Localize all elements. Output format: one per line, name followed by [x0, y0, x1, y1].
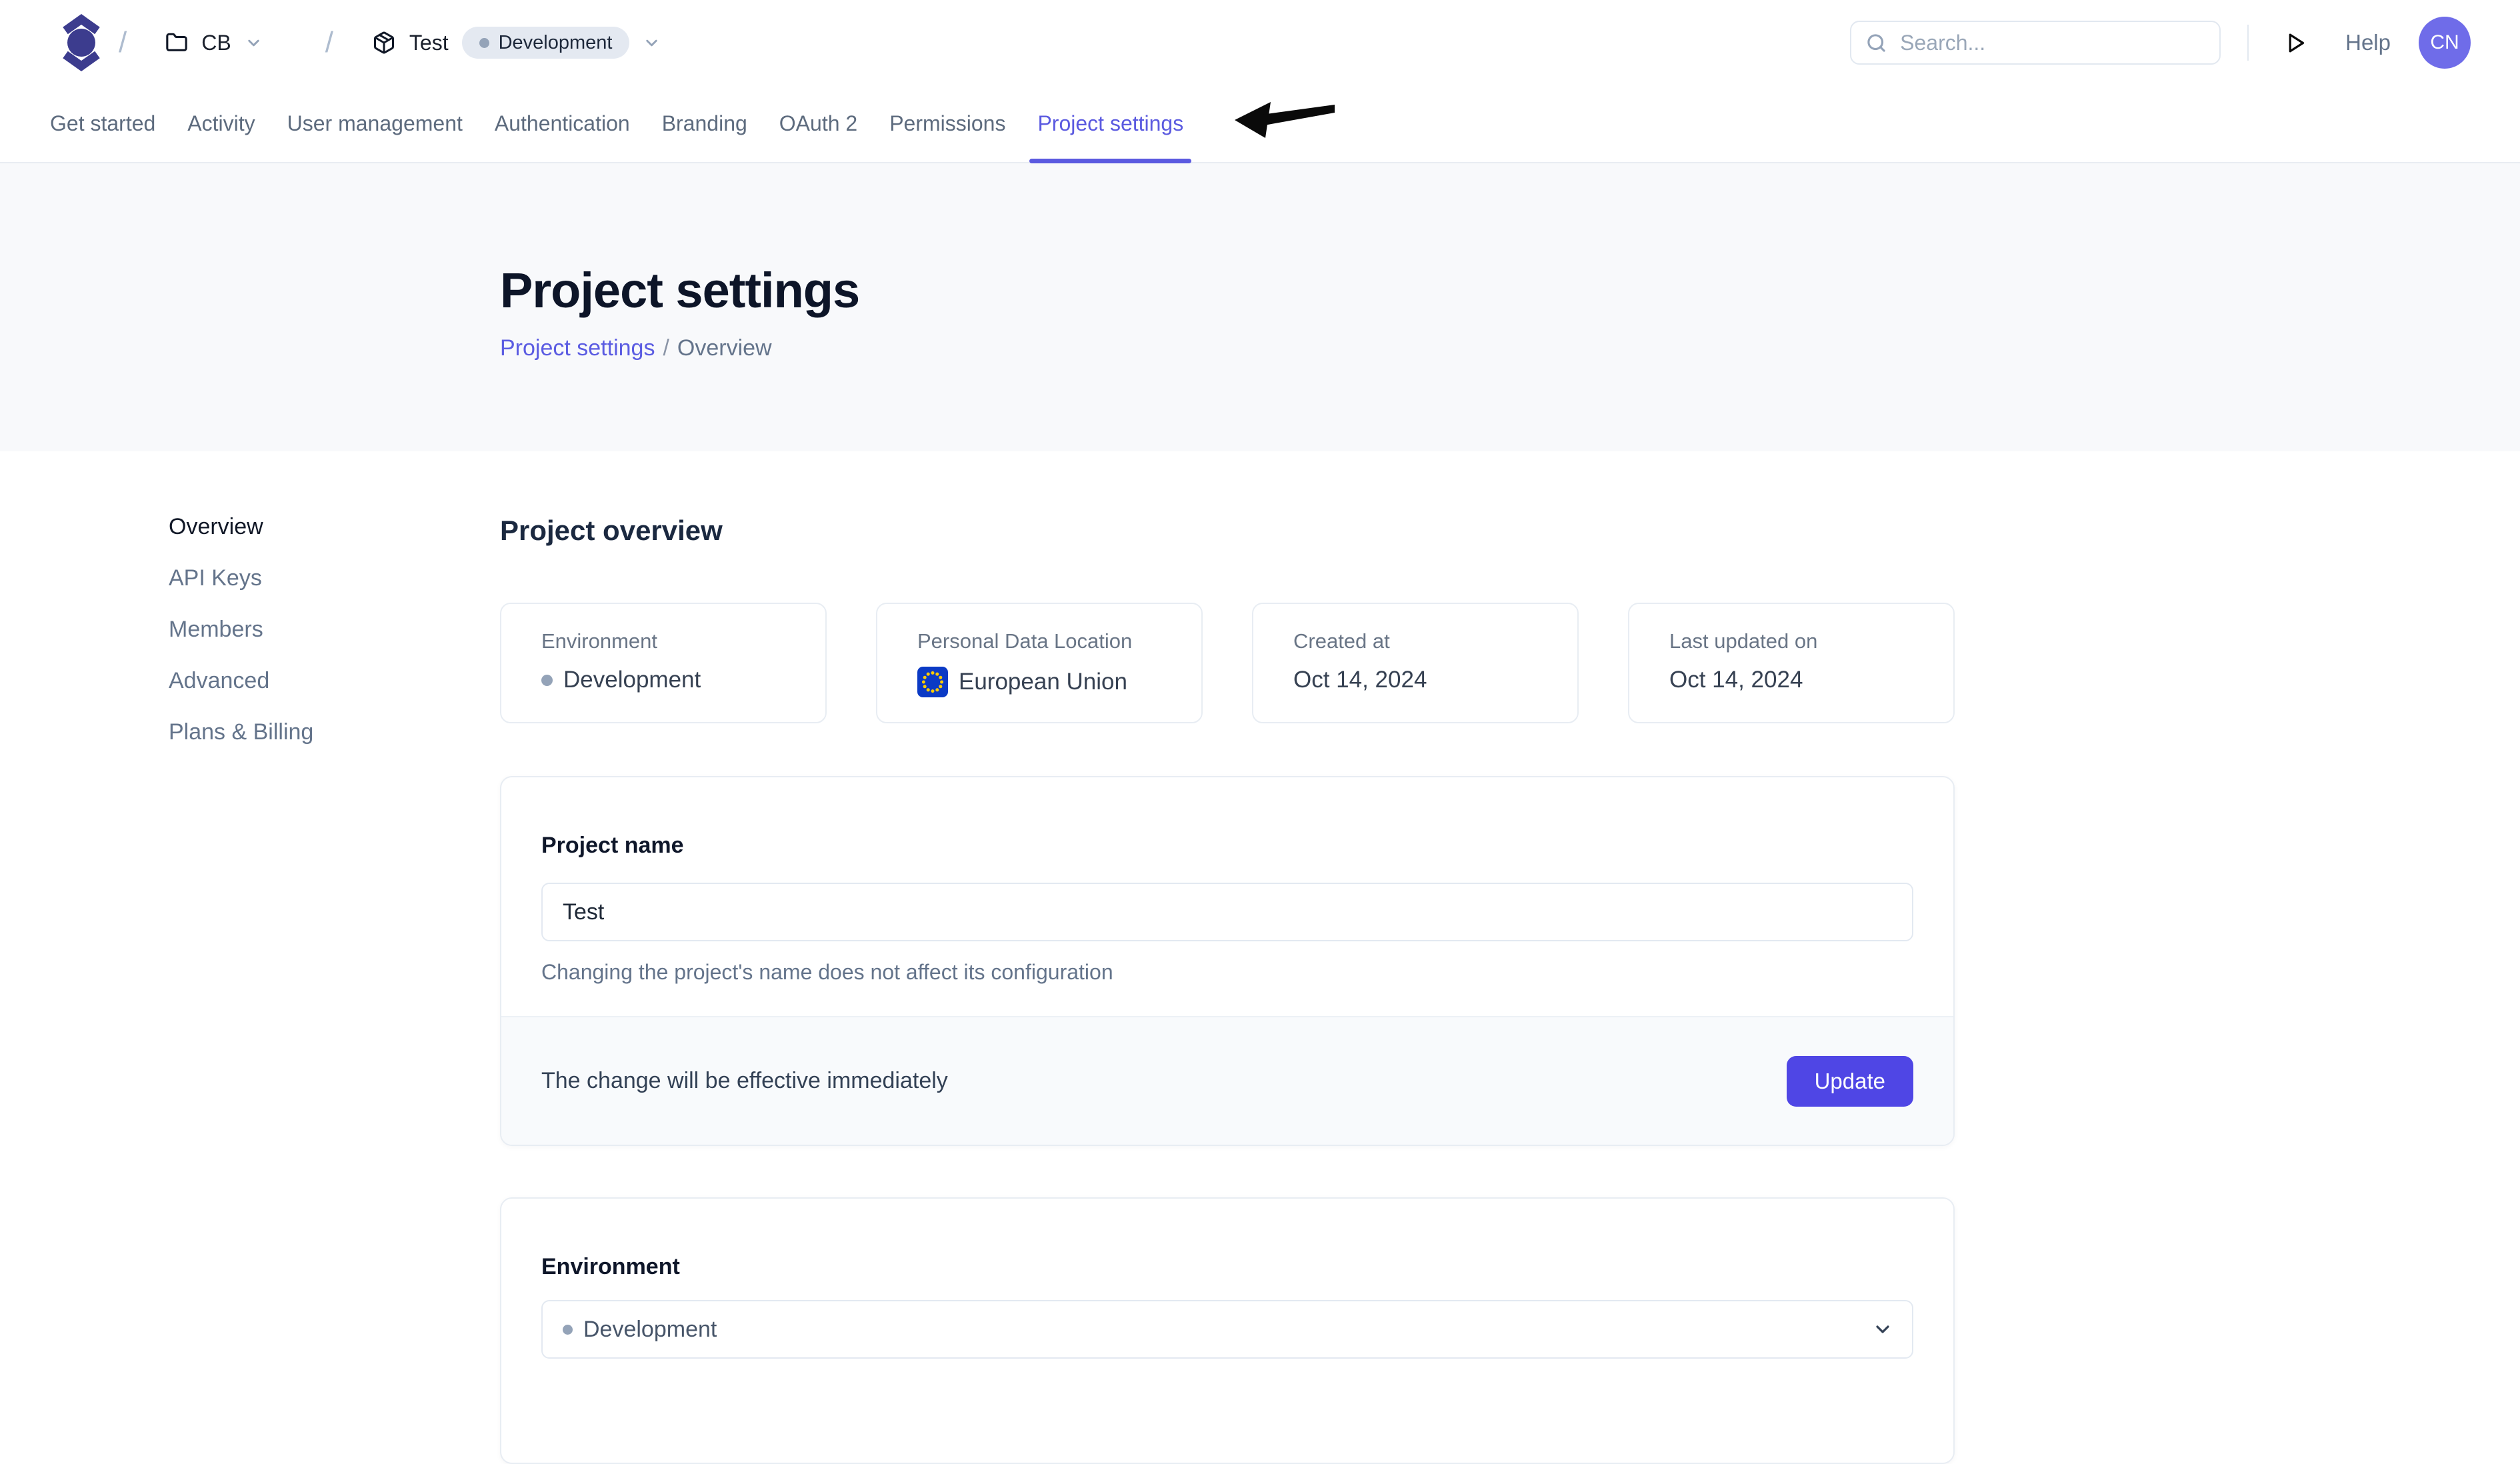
search-input[interactable]: [1899, 30, 2205, 56]
tab-authentication[interactable]: Authentication: [495, 85, 630, 162]
chevron-down-icon: [245, 34, 263, 52]
sidebar-item-overview[interactable]: Overview: [169, 513, 313, 540]
stat-card-data-location: Personal Data Location: [876, 603, 1203, 723]
project-name-input[interactable]: [541, 883, 1913, 941]
stat-card-environment: Environment Development: [500, 603, 827, 723]
hanko-logo-icon[interactable]: [61, 14, 101, 71]
section-title: Project overview: [500, 515, 1955, 547]
tab-branding[interactable]: Branding: [662, 85, 747, 162]
stat-card-last-updated: Last updated on Oct 14, 2024: [1628, 603, 1955, 723]
org-name: CB: [201, 31, 231, 55]
search-icon: [1866, 33, 1887, 53]
project-name-card-title: Project name: [541, 832, 1913, 859]
main-panel: Project overview Environment Development…: [500, 451, 1955, 1464]
tab-project-settings[interactable]: Project settings: [1037, 85, 1183, 162]
project-name-helper: Changing the project's name does not aff…: [541, 960, 1913, 985]
stat-card-created-at: Created at Oct 14, 2024: [1252, 603, 1579, 723]
sidebar-item-advanced[interactable]: Advanced: [169, 667, 313, 694]
tab-permissions[interactable]: Permissions: [889, 85, 1005, 162]
content-area: Overview API Keys Members Advanced Plans…: [0, 451, 2520, 1464]
header-divider: [2247, 25, 2249, 61]
tab-activity[interactable]: Activity: [187, 85, 255, 162]
avatar[interactable]: CN: [2419, 17, 2471, 69]
annotation-arrow-icon: [1235, 99, 1335, 141]
stat-label: Environment: [541, 629, 825, 653]
package-icon: [372, 31, 396, 55]
status-dot-icon: [541, 675, 553, 686]
help-link[interactable]: Help: [2345, 30, 2391, 55]
environment-card: Environment Development: [500, 1197, 1955, 1464]
project-name-card: Project name Changing the project's name…: [500, 776, 1955, 1146]
eu-flag-icon: [917, 667, 948, 697]
sidebar-item-api-keys[interactable]: API Keys: [169, 565, 313, 591]
project-breadcrumb[interactable]: Test Development: [372, 27, 661, 59]
settings-sidebar: Overview API Keys Members Advanced Plans…: [169, 513, 313, 770]
breadcrumb-link-project-settings[interactable]: Project settings: [500, 335, 655, 361]
breadcrumb-separator: /: [119, 26, 127, 59]
stat-value-text: Oct 14, 2024: [1293, 667, 1427, 693]
breadcrumb: Project settings / Overview: [500, 335, 2520, 361]
update-button[interactable]: Update: [1787, 1056, 1913, 1107]
chevron-down-icon[interactable]: [643, 34, 661, 52]
app-header: / CB / Test Development: [0, 0, 2520, 85]
org-breadcrumb[interactable]: CB: [165, 31, 262, 55]
page-hero: Project settings Project settings / Over…: [0, 163, 2520, 451]
status-dot-icon: [479, 38, 489, 48]
project-name: Test: [409, 31, 449, 55]
sidebar-item-members[interactable]: Members: [169, 616, 313, 643]
folder-icon: [165, 31, 188, 54]
environment-select-value: Development: [583, 1317, 717, 1343]
environment-badge-label: Development: [499, 32, 613, 54]
sidebar-item-plans-billing[interactable]: Plans & Billing: [169, 719, 313, 745]
environment-select[interactable]: Development: [541, 1300, 1913, 1359]
tab-oauth-2[interactable]: OAuth 2: [779, 85, 857, 162]
breadcrumb-separator: /: [325, 26, 333, 59]
stat-label: Personal Data Location: [917, 629, 1201, 653]
stat-value: Oct 14, 2024: [1293, 667, 1577, 693]
stat-value-text: European Union: [959, 669, 1127, 695]
tab-get-started[interactable]: Get started: [50, 85, 155, 162]
search-box[interactable]: [1850, 21, 2221, 65]
breadcrumb-current: Overview: [677, 335, 772, 361]
breadcrumb-separator: /: [663, 335, 669, 361]
play-icon[interactable]: [2285, 31, 2307, 55]
stat-label: Created at: [1293, 629, 1577, 653]
page-title: Project settings: [500, 263, 2520, 318]
tab-user-management[interactable]: User management: [287, 85, 463, 162]
environment-card-title: Environment: [541, 1253, 1913, 1280]
project-name-card-footer: The change will be effective immediately…: [501, 1016, 1953, 1145]
stat-value-text: Oct 14, 2024: [1669, 667, 1803, 693]
stat-value-text: Development: [563, 667, 701, 693]
stat-value: European Union: [917, 667, 1201, 697]
footer-note: The change will be effective immediately: [541, 1068, 948, 1094]
stat-label: Last updated on: [1669, 629, 1953, 653]
environment-badge: Development: [462, 27, 630, 59]
stats-row: Environment Development Personal Data Lo…: [500, 603, 1955, 723]
chevron-down-icon: [1872, 1319, 1893, 1340]
stat-value: Development: [541, 667, 825, 693]
status-dot-icon: [563, 1325, 573, 1335]
stat-value: Oct 14, 2024: [1669, 667, 1953, 693]
